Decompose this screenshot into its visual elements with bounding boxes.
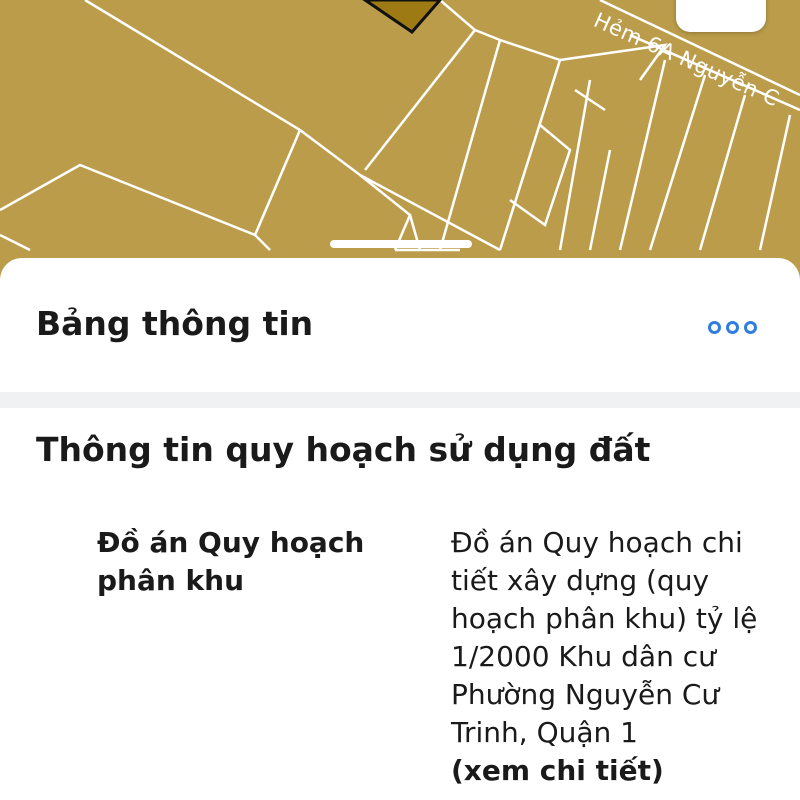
- app-screen: Hẻm 6A Nguyễn C Bảng thông tin Thông tin…: [0, 0, 800, 800]
- info-row-value-container: Đồ án Quy hoạch chi tiết xây dựng (quy h…: [451, 524, 781, 790]
- selected-parcel[interactable]: [362, 0, 442, 34]
- info-row-value: Đồ án Quy hoạch chi tiết xây dựng (quy h…: [451, 526, 758, 749]
- panel-title: Bảng thông tin: [36, 304, 314, 343]
- section-divider: [0, 392, 800, 408]
- map-layers-button[interactable]: [676, 0, 766, 32]
- info-sheet: Bảng thông tin Thông tin quy hoạch sử dụ…: [0, 258, 800, 800]
- info-row-label: Đồ án Quy hoạch phân khu: [97, 526, 365, 597]
- view-details-link[interactable]: (xem chi tiết): [451, 752, 781, 790]
- more-options-button[interactable]: [700, 312, 764, 342]
- ellipsis-circles-icon: [725, 320, 739, 334]
- ellipsis-circles-icon: [743, 320, 757, 334]
- sheet-grabber[interactable]: [330, 240, 472, 248]
- sheet-header: Bảng thông tin: [0, 258, 800, 392]
- ellipsis-circles-icon: [707, 320, 721, 334]
- section-title: Thông tin quy hoạch sử dụng đất: [36, 430, 651, 469]
